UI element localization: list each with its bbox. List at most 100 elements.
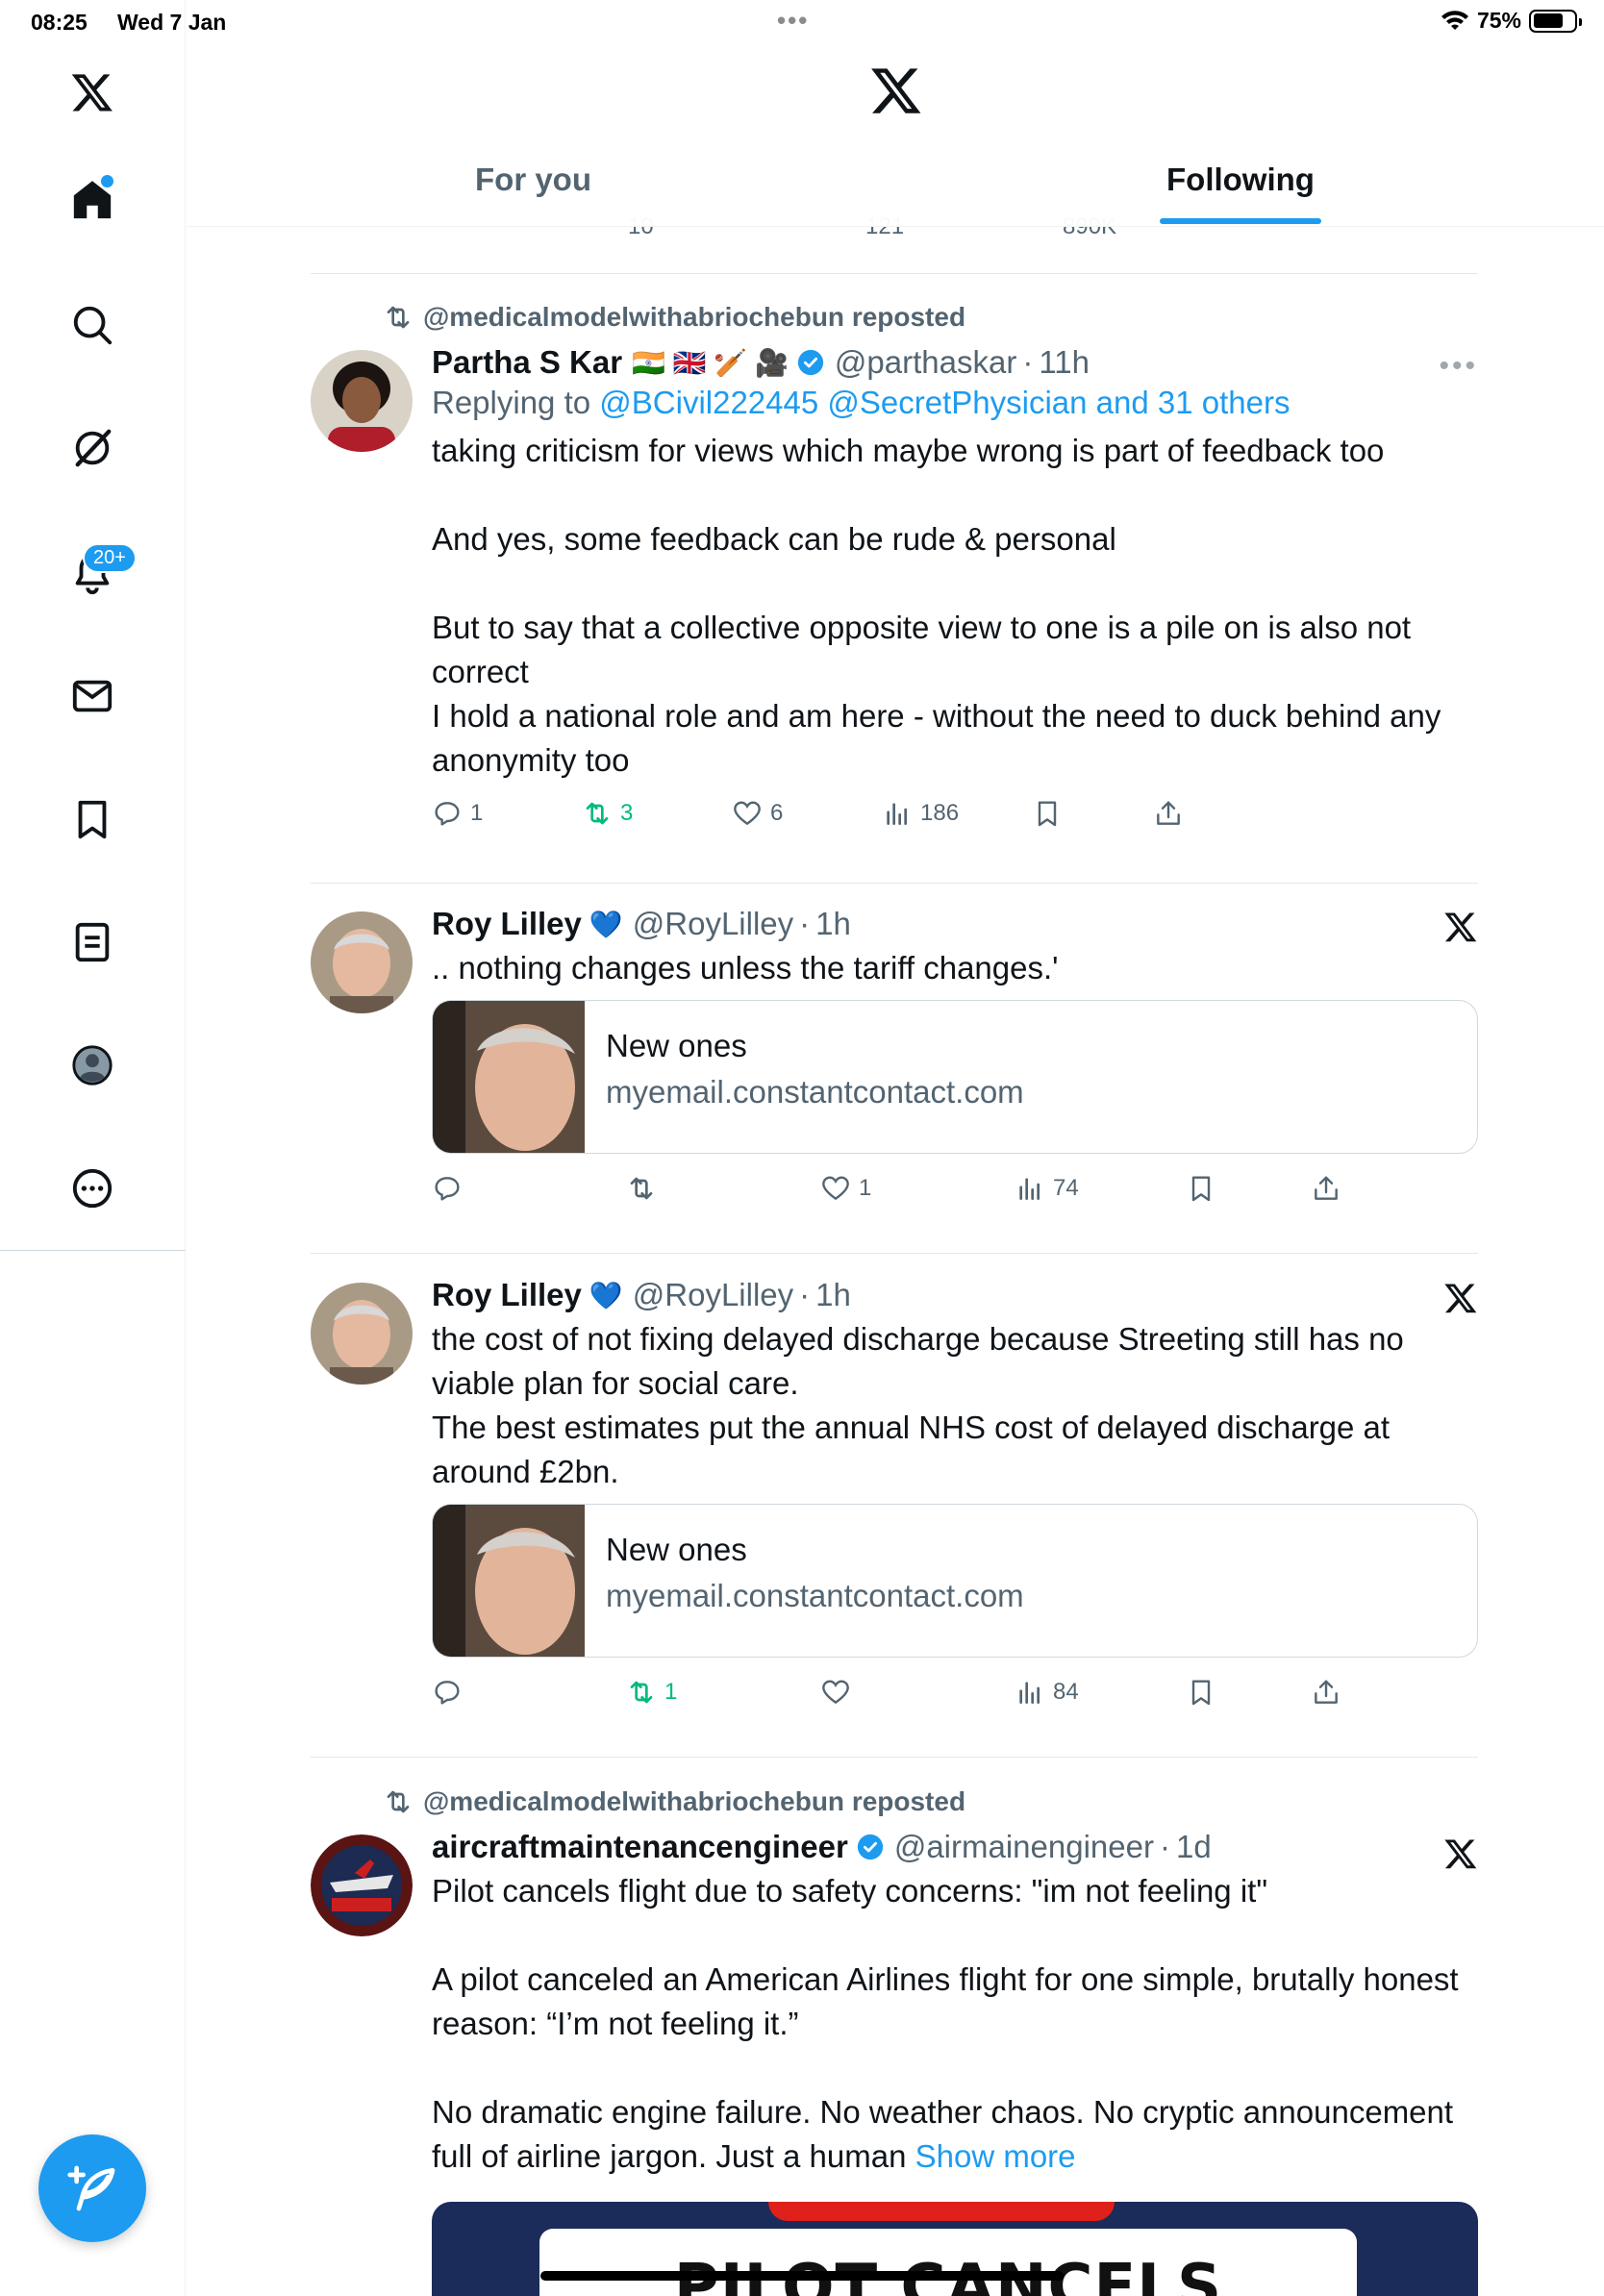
notification-badge: 20+: [83, 543, 137, 573]
reply-icon: [435, 1681, 460, 1705]
link-card[interactable]: New ones myemail.constantcontact.com: [432, 1000, 1478, 1154]
post-time-separator: ·: [799, 1277, 811, 1312]
post-divider: [311, 1757, 1478, 1758]
link-card[interactable]: New ones myemail.constantcontact.com: [432, 1504, 1478, 1658]
author-name[interactable]: Roy Lilley: [432, 1277, 582, 1313]
compose-button[interactable]: [38, 2134, 146, 2242]
post-actions: 1 74: [432, 1173, 1478, 1211]
bookmark-button[interactable]: [1186, 1677, 1216, 1708]
bookmark-button[interactable]: [1032, 798, 1063, 829]
author-name[interactable]: Roy Lilley: [432, 906, 582, 942]
bookmark-icon: [1191, 1680, 1211, 1706]
grok-icon[interactable]: [46, 402, 138, 494]
home-indicator[interactable]: [540, 2271, 1064, 2281]
active-tab-indicator: [1160, 218, 1321, 224]
post-text-body: Pilot cancels flight due to safety conce…: [432, 1873, 1459, 2174]
repost-by-label: @medicalmodelwithabriochebun reposted: [423, 1786, 966, 1816]
name-emojis: 🇮🇳 🇬🇧 🏏 🎥: [632, 347, 789, 378]
reply-targets-link[interactable]: @BCivil222445 @SecretPhysician and 31 ot…: [599, 385, 1290, 420]
multitasking-dots-icon[interactable]: •••: [777, 6, 809, 36]
timeline-header: For you Following: [187, 44, 1604, 227]
search-icon[interactable]: [46, 279, 138, 371]
post-text: the cost of not fixing delayed discharge…: [432, 1321, 1404, 1489]
post-media-image[interactable]: PILOT CANCELS FLIGHT: [432, 2202, 1478, 2296]
post-divider: [311, 1253, 1478, 1254]
post-actions: 1 84: [432, 1677, 1478, 1715]
verified-badge-icon: [797, 349, 824, 376]
link-card-title: New ones: [606, 1532, 747, 1567]
messages-icon[interactable]: [46, 650, 138, 742]
bookmark-icon: [1038, 801, 1057, 827]
post-time-separator: ·: [1159, 1829, 1170, 1864]
reply-icon: [435, 1177, 460, 1201]
like-button[interactable]: [820, 1677, 851, 1708]
x-logo-icon[interactable]: [46, 46, 138, 138]
like-button[interactable]: 6: [732, 798, 783, 829]
repost-button[interactable]: 3: [582, 798, 633, 829]
author-handle[interactable]: @RoyLilley: [633, 1277, 793, 1313]
post-time[interactable]: 1d: [1176, 1829, 1212, 1865]
share-button[interactable]: [1311, 1173, 1341, 1204]
post-actions: 1 3 6 186: [432, 798, 1478, 836]
views-button[interactable]: 186: [882, 798, 959, 829]
avatar[interactable]: [311, 350, 413, 452]
author-handle[interactable]: @RoyLilley: [633, 906, 793, 942]
avatar[interactable]: [311, 1283, 413, 1385]
author-handle[interactable]: @parthaskar: [835, 344, 1016, 381]
like-count: 6: [770, 800, 784, 826]
view-count: 84: [1053, 1679, 1079, 1705]
notifications-icon[interactable]: [46, 527, 138, 619]
avatar[interactable]: [311, 911, 413, 1013]
author-handle[interactable]: @airmainengineer: [894, 1829, 1154, 1865]
share-icon: [1315, 1176, 1338, 1200]
tab-for-you[interactable]: For you: [475, 162, 591, 198]
wifi-icon: [1441, 10, 1468, 30]
share-button[interactable]: [1153, 798, 1184, 829]
views-button[interactable]: 74: [1015, 1173, 1079, 1204]
verified-badge-icon: [857, 1834, 883, 1860]
share-icon: [1315, 1680, 1338, 1704]
post-time-separator: ·: [799, 906, 811, 941]
post-aircraft-engineer[interactable]: @medicalmodelwithabriochebun reposted ai…: [311, 1783, 1478, 2296]
repost-button[interactable]: 1: [626, 1677, 677, 1708]
show-more-link[interactable]: Show more: [915, 2138, 1076, 2174]
reply-button[interactable]: [432, 1677, 463, 1708]
battery-percent: 75%: [1476, 8, 1521, 33]
repost-count: 3: [620, 800, 634, 826]
reply-button[interactable]: [432, 1173, 463, 1204]
avatar[interactable]: [311, 1834, 413, 1936]
post-text: Pilot cancels flight due to safety conce…: [432, 1869, 1478, 2179]
heart-icon: [822, 1176, 849, 1201]
link-card-title: New ones: [606, 1028, 747, 1063]
repost-icon: [586, 802, 609, 825]
reply-button[interactable]: 1: [432, 798, 483, 829]
share-button[interactable]: [1311, 1677, 1341, 1708]
bookmark-icon: [1191, 1176, 1211, 1202]
status-bar: 08:25 Wed 7 Jan ••• 75%: [0, 0, 1604, 44]
post-time[interactable]: 1h: [815, 906, 851, 942]
profile-icon[interactable]: [46, 1019, 138, 1111]
view-count: 186: [920, 800, 960, 826]
like-button[interactable]: 1: [820, 1173, 871, 1204]
bookmarks-icon[interactable]: [46, 773, 138, 865]
author-name[interactable]: aircraftmaintenancengineer: [432, 1829, 848, 1865]
battery-icon: [1529, 9, 1582, 33]
repost-button[interactable]: [626, 1173, 657, 1204]
repost-icon: [630, 1177, 653, 1200]
x-header-logo-icon[interactable]: [869, 63, 923, 117]
home-icon[interactable]: [46, 154, 138, 246]
more-icon[interactable]: [46, 1142, 138, 1235]
post-divider: [311, 883, 1478, 884]
bookmark-button[interactable]: [1186, 1173, 1216, 1204]
link-card-thumbnail: [433, 1001, 585, 1153]
views-chart-icon: [1019, 1682, 1040, 1704]
post-time[interactable]: 11h: [1039, 344, 1090, 381]
tab-following[interactable]: Following: [1166, 162, 1315, 198]
media-banner: PILOT CANCELS FLIGHT: [539, 2229, 1357, 2296]
post-time[interactable]: 1h: [815, 1277, 851, 1313]
author-name[interactable]: Partha S Kar: [432, 344, 622, 381]
link-card-domain: myemail.constantcontact.com: [606, 1578, 1024, 1613]
lists-icon[interactable]: [46, 896, 138, 988]
share-icon: [1157, 801, 1180, 825]
views-button[interactable]: 84: [1015, 1677, 1079, 1708]
